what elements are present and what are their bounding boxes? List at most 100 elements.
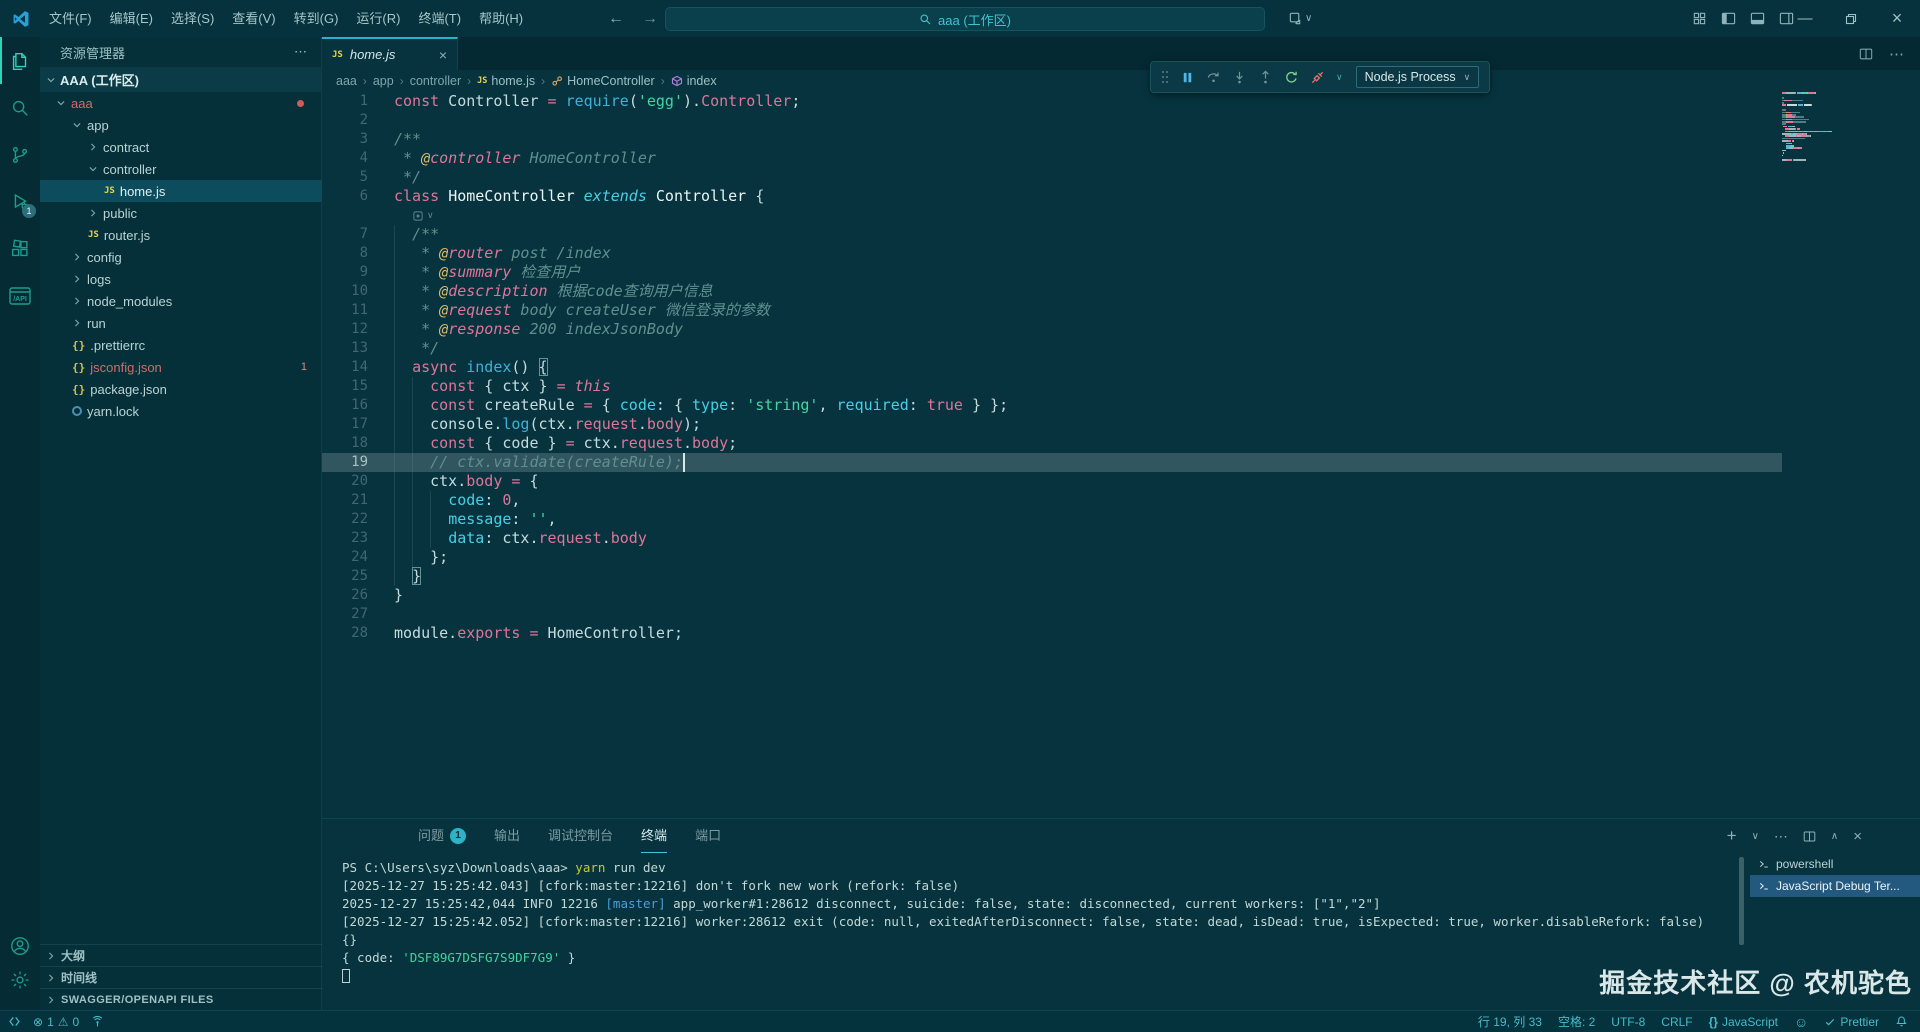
breadcrumb-item-app[interactable]: app xyxy=(373,74,394,88)
close-panel-icon[interactable]: × xyxy=(1853,828,1862,845)
code-line-27[interactable]: 27 xyxy=(322,605,1780,624)
tree-item-app[interactable]: app xyxy=(40,114,322,136)
restore-button[interactable] xyxy=(1828,0,1874,37)
code-editor[interactable]: 1const Controller = require('egg').Contr… xyxy=(322,92,1920,818)
panel-more-actions-icon[interactable]: ⋯ xyxy=(1774,828,1788,845)
tab-close-icon[interactable]: × xyxy=(439,47,447,63)
line-number[interactable]: 26 xyxy=(322,586,394,605)
line-number[interactable]: 18 xyxy=(322,434,394,453)
code-line-12[interactable]: 12 * @response 200 indexJsonBody xyxy=(322,320,1780,339)
panel-tab-调试控制台[interactable]: 调试控制台 xyxy=(548,819,613,853)
debug-step-out-icon[interactable] xyxy=(1258,70,1273,85)
tree-item-.prettierrc[interactable]: {}.prettierrc xyxy=(40,334,322,356)
code-line-4[interactable]: 4 * @controller HomeController xyxy=(322,149,1780,168)
line-number[interactable]: 5 xyxy=(322,168,394,187)
activity-extensions[interactable] xyxy=(0,225,40,272)
panel-tab-问题[interactable]: 问题1 xyxy=(418,819,466,853)
status-CRLF[interactable]: CRLF xyxy=(1661,1015,1692,1029)
line-number[interactable]: 11 xyxy=(322,301,394,320)
split-editor-icon[interactable] xyxy=(1859,47,1873,61)
line-number[interactable]: 8 xyxy=(322,244,394,263)
status-Prettier[interactable]: Prettier xyxy=(1824,1015,1879,1029)
line-number[interactable]: 22 xyxy=(322,510,394,529)
tree-item-config[interactable]: config xyxy=(40,246,322,268)
code-line-7[interactable]: 7 /** xyxy=(322,225,1780,244)
minimap[interactable] xyxy=(1782,92,1846,161)
line-number[interactable]: 17 xyxy=(322,415,394,434)
broadcast-icon[interactable] xyxy=(91,1015,104,1028)
menu-item-R[interactable]: 运行(R) xyxy=(347,0,409,37)
line-number[interactable]: 3 xyxy=(322,130,394,149)
command-center-search[interactable]: aaa (工作区) xyxy=(665,7,1265,31)
tree-item-run[interactable]: run xyxy=(40,312,322,334)
code-line-17[interactable]: 17 console.log(ctx.request.body); xyxy=(322,415,1780,434)
activity-gear[interactable] xyxy=(0,960,40,1000)
code-line-10[interactable]: 10 * @description 根据code查询用户信息 xyxy=(322,282,1780,301)
nav-forward-icon[interactable]: → xyxy=(642,0,658,37)
toolbar-drag-handle-icon[interactable] xyxy=(1161,70,1169,84)
status-bell[interactable] xyxy=(1895,1015,1908,1028)
breadcrumb-item-index[interactable]: index xyxy=(671,74,717,88)
line-number[interactable]: 23 xyxy=(322,529,394,548)
code-line-20[interactable]: 20 ctx.body = { xyxy=(322,472,1780,491)
line-number[interactable]: 14 xyxy=(322,358,394,377)
section---[interactable]: 大纲 xyxy=(40,944,322,966)
inline-widget[interactable]: ∨ xyxy=(322,206,1780,225)
status-----2[interactable]: 空格: 2 xyxy=(1558,1013,1595,1030)
editor-more-actions-icon[interactable]: ⋯ xyxy=(1889,45,1904,63)
code-line-23[interactable]: 23 data: ctx.request.body xyxy=(322,529,1780,548)
line-number[interactable]: 19 xyxy=(322,453,394,472)
toggle-panel-icon[interactable] xyxy=(1750,11,1765,26)
debug-pause-icon[interactable] xyxy=(1180,70,1195,85)
line-number[interactable]: 16 xyxy=(322,396,394,415)
chevron-down-icon[interactable]: ∨ xyxy=(427,210,434,221)
tree-item-logs[interactable]: logs xyxy=(40,268,322,290)
disconnect-dropdown-icon[interactable]: ∨ xyxy=(1336,72,1343,83)
line-number[interactable]: 1 xyxy=(322,92,394,111)
code-line-13[interactable]: 13 */ xyxy=(322,339,1780,358)
activity-run-and-debug[interactable]: 1 xyxy=(0,178,40,225)
section----[interactable]: 时间线 xyxy=(40,966,322,988)
toggle-sidebar-icon[interactable] xyxy=(1721,11,1736,26)
debug-disconnect-icon[interactable] xyxy=(1310,70,1325,85)
explorer-more-actions-icon[interactable]: ⋯ xyxy=(294,44,307,60)
code-line-3[interactable]: 3/** xyxy=(322,130,1780,149)
line-number[interactable]: 20 xyxy=(322,472,394,491)
terminal-output[interactable]: PS C:\Users\syz\Downloads\aaa> yarn run … xyxy=(322,853,1750,1010)
line-number[interactable]: 6 xyxy=(322,187,394,206)
breadcrumb-item-home.js[interactable]: JShome.js xyxy=(477,74,535,88)
terminal-instance-JavaScript-Debug-Ter---[interactable]: JavaScript Debug Ter... xyxy=(1750,875,1920,897)
menu-item-T[interactable]: 终端(T) xyxy=(409,0,470,37)
split-terminal-icon[interactable] xyxy=(1803,830,1816,843)
code-line-26[interactable]: 26} xyxy=(322,586,1780,605)
debug-step-over-icon[interactable] xyxy=(1206,70,1221,85)
tree-item-yarn.lock[interactable]: yarn.lock xyxy=(40,400,322,422)
menu-item-E[interactable]: 编辑(E) xyxy=(101,0,162,37)
code-line-2[interactable]: 2 xyxy=(322,111,1780,130)
code-line-14[interactable]: 14 async index() { xyxy=(322,358,1780,377)
code-line-22[interactable]: 22 message: '', xyxy=(322,510,1780,529)
minimize-button[interactable]: — xyxy=(1782,0,1828,37)
section-SWAGGER-OPENAPI-FILES[interactable]: SWAGGER/OPENAPI FILES xyxy=(40,988,322,1010)
workspace-section-header[interactable]: AAA (工作区) xyxy=(40,67,321,92)
code-line-1[interactable]: 1const Controller = require('egg').Contr… xyxy=(322,92,1780,111)
problems-status[interactable]: ⊗1⚠0 xyxy=(33,1015,79,1029)
code-line-19[interactable]: 19 // ctx.validate(createRule); xyxy=(322,453,1780,472)
line-number[interactable]: 25 xyxy=(322,567,394,586)
tree-item-node_modules[interactable]: node_modules xyxy=(40,290,322,312)
tree-item-package.json[interactable]: {}package.json xyxy=(40,378,322,400)
code-line-16[interactable]: 16 const createRule = { code: { type: 's… xyxy=(322,396,1780,415)
tree-item-jsconfig.json[interactable]: {}jsconfig.json1 xyxy=(40,356,322,378)
menu-item-V[interactable]: 查看(V) xyxy=(223,0,284,37)
tree-item-public[interactable]: public xyxy=(40,202,322,224)
code-line-18[interactable]: 18 const { code } = ctx.request.body; xyxy=(322,434,1780,453)
breadcrumb-item-controller[interactable]: controller xyxy=(410,74,461,88)
debug-session-dropdown[interactable]: Node.js Process ∨ xyxy=(1356,66,1480,88)
status-feedback[interactable]: ☺ xyxy=(1794,1014,1808,1030)
egg-doc-widget-icon[interactable] xyxy=(412,210,424,222)
status-UTF-8[interactable]: UTF-8 xyxy=(1611,1015,1645,1029)
new-terminal-icon[interactable]: + xyxy=(1727,826,1737,846)
breadcrumb-item-aaa[interactable]: aaa xyxy=(336,74,357,88)
line-number[interactable]: 10 xyxy=(322,282,394,301)
code-line-8[interactable]: 8 * @router post /index xyxy=(322,244,1780,263)
